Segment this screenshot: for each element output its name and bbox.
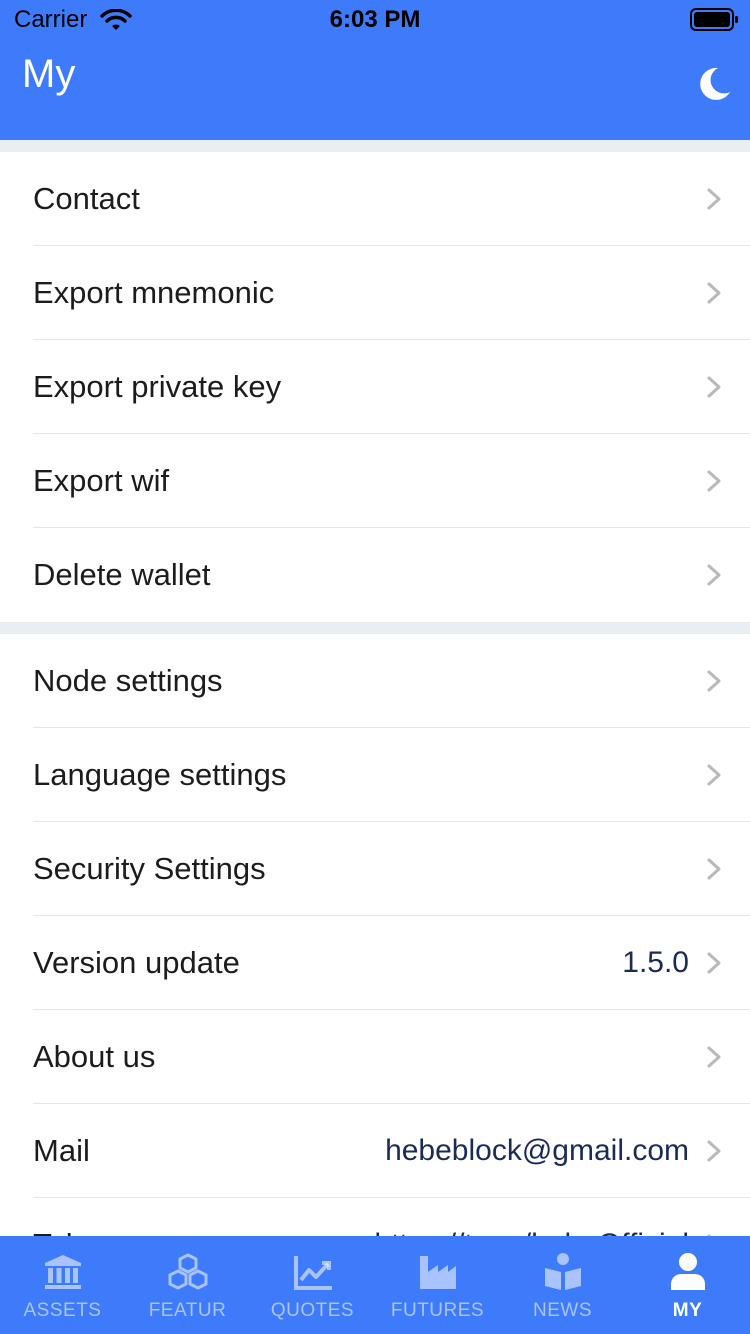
mail-value: hebeblock@gmail.com [385, 1134, 689, 1167]
tab-label: ASSETS [23, 1300, 102, 1321]
page-title: My [22, 52, 76, 96]
chevron-right-icon [707, 1140, 721, 1162]
tab-news[interactable]: NEWS [500, 1236, 625, 1334]
chevron-right-icon [707, 188, 721, 210]
menu-row-security-settings[interactable]: Security Settings [0, 822, 750, 916]
cubes-icon [168, 1253, 208, 1290]
menu-row-export-mnemonic[interactable]: Export mnemonic [0, 246, 750, 340]
tab-label: FEATUR [148, 1300, 227, 1321]
chevron-right-icon [707, 670, 721, 692]
version-value: 1.5.0 [622, 946, 689, 979]
menu-row-about-us[interactable]: About us [0, 1010, 750, 1104]
app-settings-group: Node settings Language settings Security… [0, 634, 750, 1236]
tab-label: FUTURES [390, 1300, 485, 1321]
row-label: Telegram [33, 1198, 161, 1236]
moon-icon[interactable] [694, 64, 734, 104]
row-label: Mail [33, 1133, 90, 1168]
tab-label: QUOTES [270, 1300, 355, 1321]
chevron-right-icon [707, 282, 721, 304]
status-bar: Carrier 6:03 PM [0, 0, 750, 40]
tab-bar: ASSETS FEATUR QUOTES FUTURES NEWS MY [0, 1236, 750, 1334]
row-label: Export mnemonic [33, 275, 275, 310]
menu-row-mail[interactable]: Mail hebeblock@gmail.com [0, 1104, 750, 1198]
row-label: Node settings [33, 663, 223, 698]
chevron-right-icon [707, 564, 721, 586]
header: Carrier 6:03 PM My [0, 0, 750, 140]
telegram-value: https://t.me/hebeOfficial [374, 1198, 689, 1236]
tab-featur[interactable]: FEATUR [125, 1236, 250, 1334]
menu-row-export-private-key[interactable]: Export private key [0, 340, 750, 434]
book-reader-icon [545, 1253, 581, 1290]
factory-icon [420, 1256, 456, 1289]
bank-icon [45, 1255, 81, 1289]
clock: 6:03 PM [329, 6, 421, 33]
row-label: Security Settings [33, 851, 266, 886]
chevron-right-icon [707, 858, 721, 880]
menu-row-language-settings[interactable]: Language settings [0, 728, 750, 822]
row-label: Export wif [33, 463, 170, 498]
settings-list: Contact Export mnemonic Export private k… [0, 140, 750, 1236]
tab-label: MY [672, 1300, 703, 1321]
chevron-right-icon [707, 376, 721, 398]
row-label: Delete wallet [33, 557, 211, 592]
row-label: Contact [33, 181, 140, 216]
row-label: Version update [33, 945, 240, 980]
chevron-right-icon [707, 470, 721, 492]
user-icon [671, 1253, 705, 1290]
row-label: About us [33, 1039, 156, 1074]
battery-icon [690, 8, 738, 31]
menu-row-delete-wallet[interactable]: Delete wallet [0, 528, 750, 622]
tab-futures[interactable]: FUTURES [375, 1236, 500, 1334]
chart-icon [294, 1256, 332, 1290]
tab-assets[interactable]: ASSETS [0, 1236, 125, 1334]
row-label: Language settings [33, 757, 287, 792]
chevron-right-icon [707, 952, 721, 974]
chevron-right-icon [707, 764, 721, 786]
chevron-right-icon [707, 1046, 721, 1068]
menu-row-version-update[interactable]: Version update 1.5.0 [0, 916, 750, 1010]
tab-label: NEWS [533, 1300, 592, 1321]
menu-row-contact[interactable]: Contact [0, 152, 750, 246]
menu-row-node-settings[interactable]: Node settings [0, 634, 750, 728]
tab-my[interactable]: MY [625, 1236, 750, 1334]
menu-row-telegram[interactable]: Telegram https://t.me/hebeOfficial [0, 1198, 750, 1236]
tab-quotes[interactable]: QUOTES [250, 1236, 375, 1334]
wallet-settings-group: Contact Export mnemonic Export private k… [0, 152, 750, 622]
menu-row-export-wif[interactable]: Export wif [0, 434, 750, 528]
row-label: Export private key [33, 369, 282, 404]
